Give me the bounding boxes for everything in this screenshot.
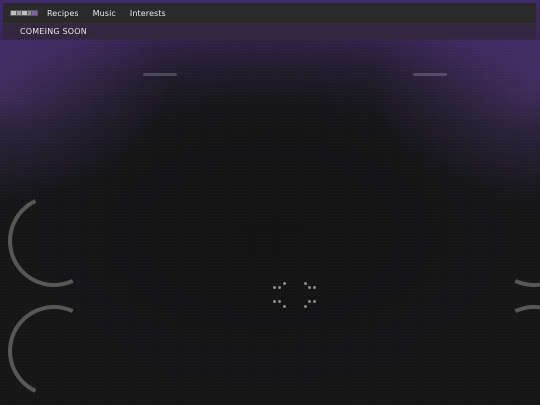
site-logo[interactable] xyxy=(9,6,39,20)
background-glow-right xyxy=(370,40,540,200)
nav-item-recipes[interactable]: Recipes xyxy=(47,9,79,18)
spinner-dot xyxy=(278,300,281,303)
coming-soon-text: COMEING SOON xyxy=(20,27,87,36)
spinner-dot xyxy=(304,305,307,308)
spinner-dot xyxy=(273,300,276,303)
background-glow-left xyxy=(0,40,170,200)
ring-arc-top-right xyxy=(475,182,540,300)
spinner-dot xyxy=(313,300,316,303)
decorative-bar-right xyxy=(413,73,447,76)
top-navigation-bar: Recipes Music Interests xyxy=(3,3,536,24)
spinner-dot xyxy=(308,286,311,289)
site-logo-icon xyxy=(10,10,38,16)
nav-item-music[interactable]: Music xyxy=(93,9,116,18)
decorative-bar-left xyxy=(143,73,177,76)
ring-arc-bottom-right xyxy=(475,292,540,405)
spinner-dot xyxy=(283,305,286,308)
spinner-dot xyxy=(278,286,281,289)
spinner-dot xyxy=(283,282,286,285)
nav-item-interests[interactable]: Interests xyxy=(130,9,166,18)
spinner-dot xyxy=(313,286,316,289)
spinner-dot xyxy=(308,300,311,303)
ring-arc-top-left xyxy=(0,182,113,300)
ring-arc-bottom-left xyxy=(0,292,113,405)
spinner-dot xyxy=(273,286,276,289)
page: Recipes Music Interests COMEING SOON xyxy=(0,0,540,405)
spinner-dot xyxy=(304,282,307,285)
loading-spinner-icon xyxy=(270,280,322,310)
announcement-bar: COMEING SOON xyxy=(3,24,536,39)
